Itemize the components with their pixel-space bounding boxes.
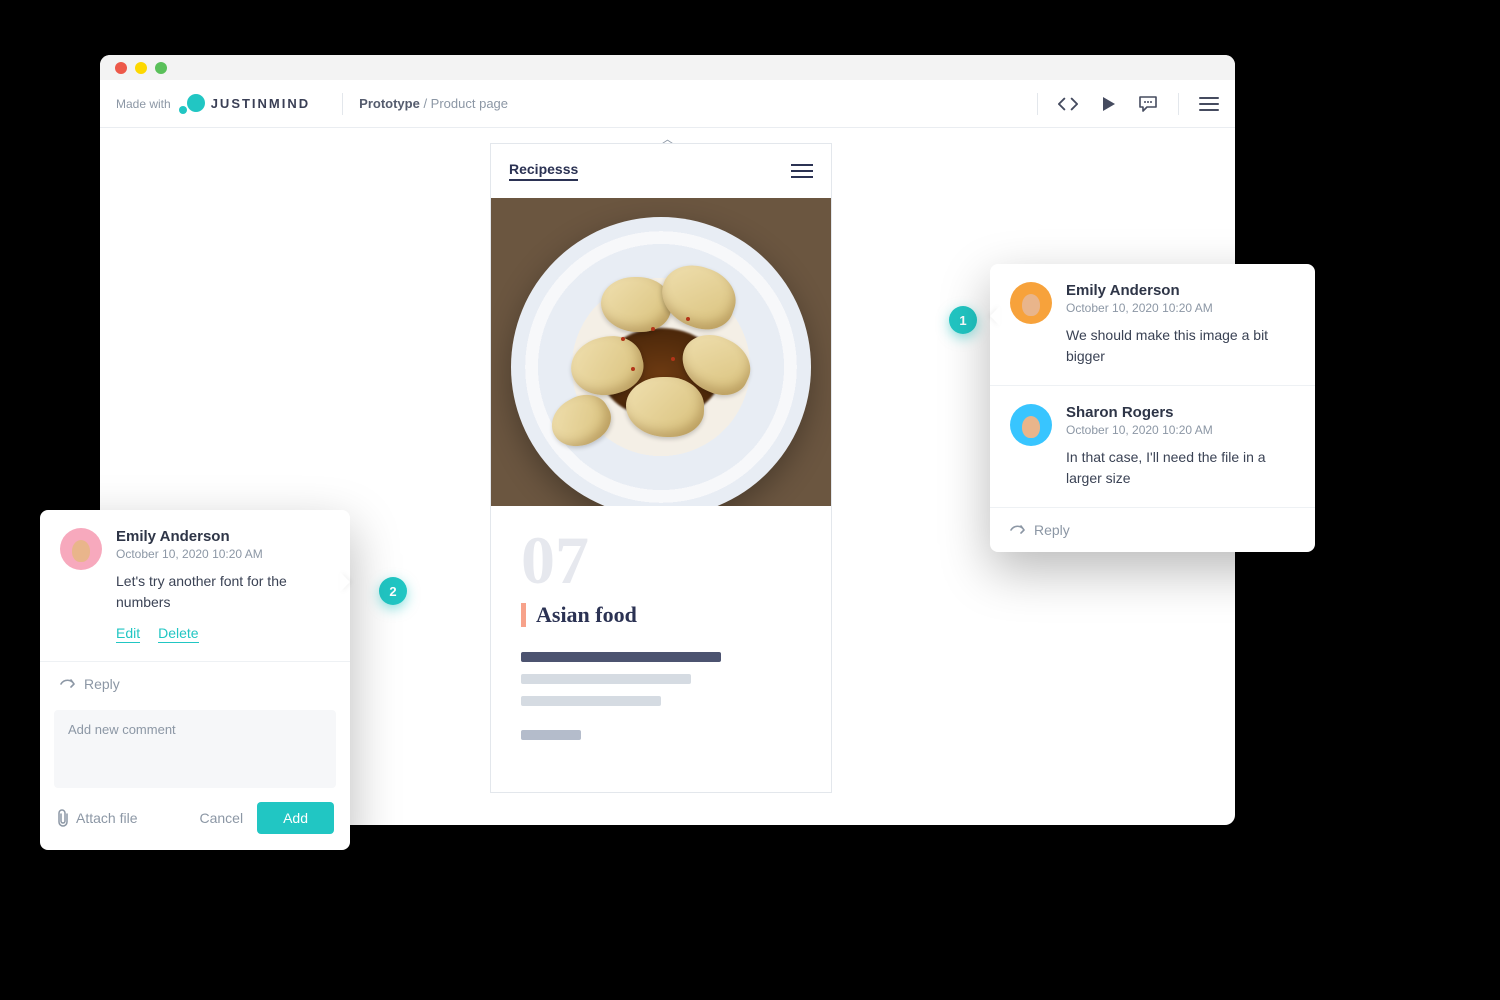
minimize-window-icon[interactable] <box>135 62 147 74</box>
comment-thread-2: Emily Anderson October 10, 2020 10:20 AM… <box>40 510 350 850</box>
recipe-number: 07 <box>521 526 801 594</box>
comment-author: Emily Anderson <box>116 528 330 545</box>
comment-thread-1: Emily Anderson October 10, 2020 10:20 AM… <box>990 264 1315 552</box>
reply-button[interactable]: Reply <box>990 508 1315 552</box>
reply-arrow-icon <box>60 677 76 691</box>
code-icon[interactable] <box>1058 94 1078 114</box>
menu-icon[interactable] <box>1199 94 1219 114</box>
mobile-content: 07 Asian food <box>491 506 831 760</box>
comment-date: October 10, 2020 10:20 AM <box>1066 301 1295 315</box>
comment-text: In that case, I'll need the file in a la… <box>1066 447 1295 489</box>
recipe-title-row: Asian food <box>521 602 801 628</box>
mobile-header: Recipesss <box>491 144 831 198</box>
recipe-title: Asian food <box>536 602 637 628</box>
cancel-button[interactable]: Cancel <box>199 810 243 826</box>
comment-text: Let's try another font for the numbers <box>116 571 330 613</box>
text-placeholder-lines <box>521 652 801 740</box>
breadcrumb[interactable]: Prototype / Product page <box>359 96 508 111</box>
close-window-icon[interactable] <box>115 62 127 74</box>
reply-arrow-icon <box>1010 523 1026 537</box>
add-button[interactable]: Add <box>257 802 334 834</box>
divider <box>342 93 343 115</box>
comment-author: Sharon Rogers <box>1066 404 1295 421</box>
comment-pin-1[interactable]: 1 <box>949 306 977 334</box>
comment: Sharon Rogers October 10, 2020 10:20 AM … <box>990 386 1315 507</box>
paperclip-icon <box>56 809 70 827</box>
comment-author: Emily Anderson <box>1066 282 1295 299</box>
window-controls <box>100 55 1235 80</box>
toolbar <box>1037 93 1219 115</box>
delete-link[interactable]: Delete <box>158 625 198 643</box>
comment: Emily Anderson October 10, 2020 10:20 AM… <box>40 510 350 661</box>
maximize-window-icon[interactable] <box>155 62 167 74</box>
reply-label: Reply <box>1034 522 1070 538</box>
new-comment-input[interactable]: Add new comment <box>54 710 336 788</box>
accent-bar <box>521 603 526 627</box>
avatar <box>60 528 102 570</box>
attach-label: Attach file <box>76 810 137 826</box>
reply-label: Reply <box>84 676 120 692</box>
made-with-label: Made with <box>116 97 171 111</box>
hero-image <box>491 198 831 506</box>
crumb-root[interactable]: Prototype <box>359 96 420 111</box>
comment-date: October 10, 2020 10:20 AM <box>1066 423 1295 437</box>
play-icon[interactable] <box>1098 94 1118 114</box>
comment-date: October 10, 2020 10:20 AM <box>116 547 330 561</box>
comments-icon[interactable] <box>1138 94 1158 114</box>
hamburger-icon[interactable] <box>791 164 813 178</box>
avatar <box>1010 282 1052 324</box>
comment: Emily Anderson October 10, 2020 10:20 AM… <box>990 264 1315 385</box>
crumb-page[interactable]: Product page <box>431 96 508 111</box>
reply-button[interactable]: Reply <box>40 661 350 706</box>
site-logo-text[interactable]: Recipesss <box>509 161 578 181</box>
comment-text: We should make this image a bit bigger <box>1066 325 1295 367</box>
attach-file-button[interactable]: Attach file <box>56 809 137 827</box>
logo-icon <box>179 94 205 114</box>
avatar <box>1010 404 1052 446</box>
app-topbar: Made with JUSTINMIND Prototype / Product… <box>100 80 1235 128</box>
edit-link[interactable]: Edit <box>116 625 140 643</box>
comment-pin-2[interactable]: 2 <box>379 577 407 605</box>
brand-name: JUSTINMIND <box>211 96 310 111</box>
mobile-preview: Recipesss <box>490 143 832 793</box>
